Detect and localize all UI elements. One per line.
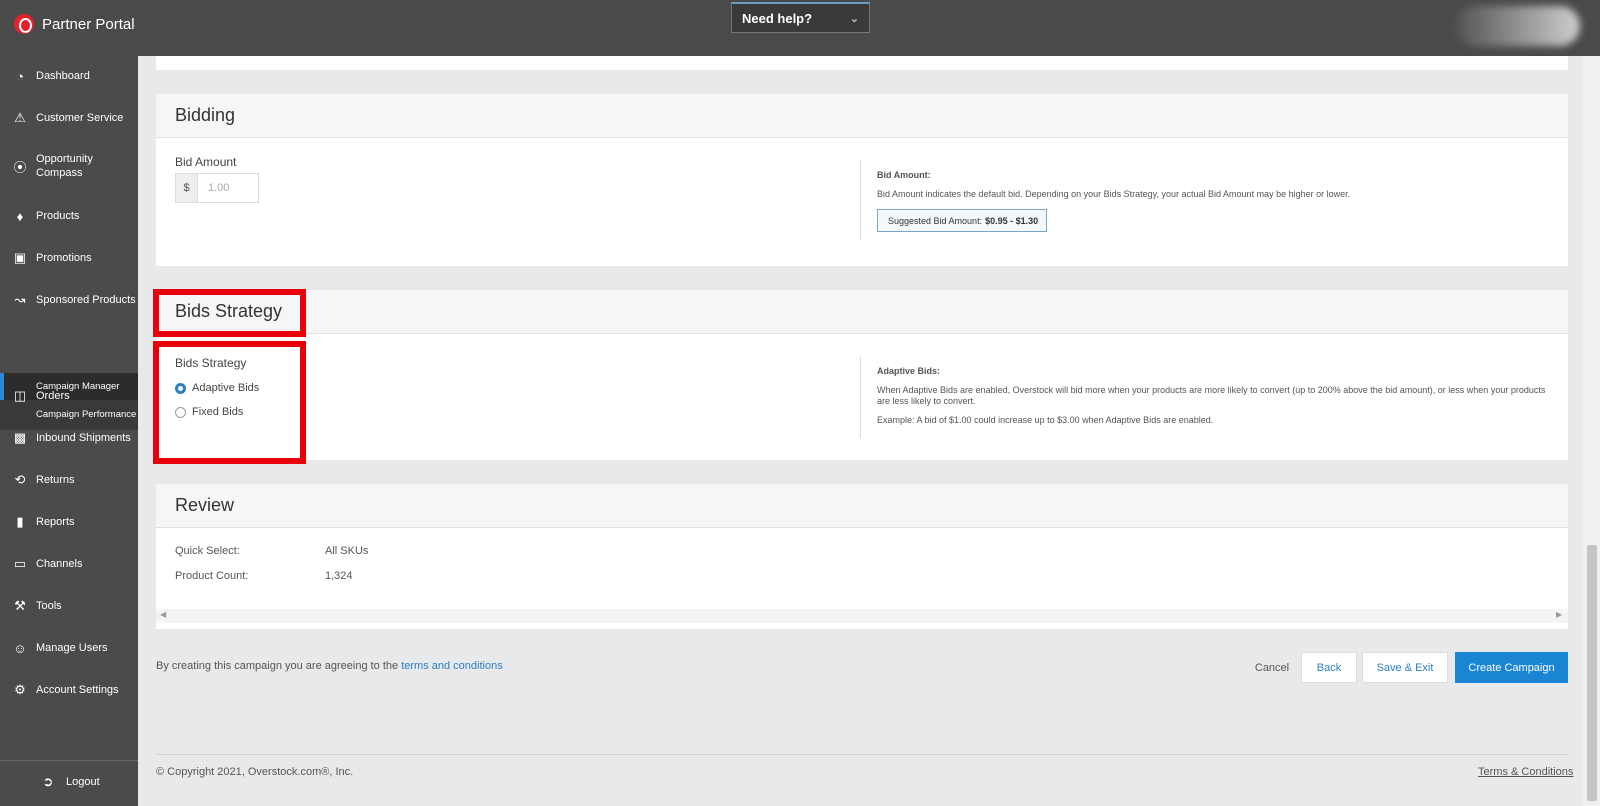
review-key: Product Count:	[175, 570, 249, 582]
sidebar-item-label: Sponsored Products	[36, 294, 136, 306]
partner-portal-logo-icon	[14, 14, 34, 34]
logout-icon: ➲	[42, 774, 54, 789]
bid-amount-field[interactable]: $ 1.00	[175, 173, 259, 203]
sidebar-item-inbound-shipments[interactable]: ▩ Inbound Shipments	[0, 430, 138, 446]
review-value: All SKUs	[325, 545, 369, 557]
sidebar-item-reports[interactable]: ▮ Reports	[0, 514, 138, 530]
info-divider	[860, 356, 861, 438]
bidding-card: Bidding Bid Amount $ 1.00 Bid Amount: Bi…	[156, 94, 1568, 266]
logout-label: Logout	[66, 776, 100, 788]
bid-amount-info-title: Bid Amount:	[877, 170, 931, 180]
bid-amount-label: Bid Amount	[175, 155, 237, 169]
info-divider	[860, 160, 861, 240]
gear-icon: ⚙	[14, 682, 26, 697]
chevron-down-icon: ⌄	[849, 12, 859, 25]
sidebar-item-label: Products	[36, 210, 80, 222]
logout-button[interactable]: ➲ Logout	[38, 774, 100, 790]
scroll-left-icon[interactable]: ◀	[160, 610, 166, 619]
sidebar-item-returns[interactable]: ⟲ Returns	[0, 472, 138, 488]
brand[interactable]: Partner Portal	[14, 14, 135, 34]
save-and-exit-button[interactable]: Save & Exit	[1362, 652, 1448, 683]
sidebar-item-tools[interactable]: ⚒ Tools	[0, 598, 138, 614]
warning-icon: ⚠	[14, 110, 26, 125]
top-bar: Partner Portal Need help? ⌄	[0, 0, 1600, 56]
return-icon: ⟲	[14, 472, 26, 487]
sidebar-item-opportunity-compass[interactable]: ⦿ Opportunity Compass	[0, 152, 138, 180]
highlight-box-title	[153, 289, 306, 337]
inbox-icon: ◫	[13, 388, 27, 403]
sidebar-item-customer-service[interactable]: ⚠ Customer Service	[0, 110, 138, 126]
wrench-icon: ⚒	[14, 598, 26, 613]
currency-prefix: $	[176, 174, 198, 202]
review-card: Review Quick Select: All SKUs Product Co…	[156, 484, 1568, 629]
bid-amount-info-text: Bid Amount indicates the default bid. De…	[877, 189, 1351, 199]
agreement-text: By creating this campaign you are agreei…	[156, 660, 399, 672]
bid-amount-input[interactable]: 1.00	[198, 174, 258, 202]
dashboard-icon: ◔	[16, 68, 24, 84]
suggested-bid-amount-badge: Suggested Bid Amount: $0.95 - $1.30	[877, 209, 1047, 232]
users-icon: ☺	[13, 640, 27, 656]
app-title: Partner Portal	[42, 15, 135, 33]
footer-terms-link[interactable]: Terms & Conditions	[1478, 766, 1573, 778]
scrollbar-thumb[interactable]	[1587, 545, 1597, 801]
sidebar-item-sponsored-products[interactable]: ↝ Sponsored Products	[0, 292, 138, 308]
sidebar-item-label: Dashboard	[36, 70, 90, 82]
back-button[interactable]: Back	[1301, 652, 1357, 683]
adaptive-bids-info-text: When Adaptive Bids are enabled, Overstoc…	[877, 385, 1546, 406]
sidebar-item-dashboard[interactable]: ◔ Dashboard	[0, 68, 138, 84]
sidebar-item-label: Account Settings	[36, 684, 119, 696]
sidebar-item-products[interactable]: ♦ Products	[0, 208, 138, 224]
sidebar-item-label: Manage Users	[36, 642, 108, 654]
line-chart-icon: ↝	[14, 292, 26, 307]
horizontal-scrollbar[interactable]: ◀ ▶	[156, 609, 1568, 623]
scroll-right-icon[interactable]: ▶	[1556, 610, 1562, 619]
terms-agreement: By creating this campaign you are agreei…	[156, 660, 503, 672]
copyright-text: © Copyright 2021, Overstock.com®, Inc.	[156, 766, 354, 778]
highlight-box-options	[153, 341, 306, 464]
compass-icon: ⦿	[13, 159, 27, 175]
sidebar-item-label: Customer Service	[36, 112, 124, 124]
review-value: 1,324	[325, 570, 353, 582]
review-row-product-count: Product Count: 1,324	[175, 570, 353, 582]
tag-icon: ♦	[16, 208, 24, 224]
sidebar-item-label: Channels	[36, 558, 83, 570]
money-icon: ▣	[13, 250, 27, 265]
suggested-bid-range: $0.95 - $1.30	[985, 215, 1039, 226]
sidebar-subitem-campaign-performance[interactable]: Campaign Performance	[0, 401, 138, 428]
sidebar-item-label: Returns	[36, 474, 75, 486]
bidding-title: Bidding	[156, 94, 1568, 138]
sidebar-item-label: Promotions	[36, 252, 92, 264]
adaptive-bids-example: Example: A bid of $1.00 could increase u…	[877, 415, 1214, 425]
cancel-button[interactable]: Cancel	[1250, 652, 1294, 683]
review-key: Quick Select:	[175, 545, 240, 557]
review-row-quick-select: Quick Select: All SKUs	[175, 545, 368, 557]
bids-strategy-title: Bids Strategy	[156, 290, 1568, 334]
truck-icon: ▩	[13, 430, 27, 445]
sidebar-item-label: Opportunity Compass	[36, 153, 93, 179]
sidebar-item-label: Reports	[36, 516, 75, 528]
sidebar-item-orders[interactable]: ◫ Orders	[0, 388, 138, 404]
sidebar-item-manage-users[interactable]: ☺ Manage Users	[0, 640, 138, 656]
sidebar-item-account-settings[interactable]: ⚙ Account Settings	[0, 682, 138, 698]
sidebar: ◔ Dashboard ⚠ Customer Service ⦿ Opportu…	[0, 56, 138, 806]
review-title: Review	[156, 484, 1568, 528]
sidebar-item-channels[interactable]: ▭ Channels	[0, 556, 138, 572]
bids-strategy-card: Bids Strategy Bids Strategy Adaptive Bid…	[156, 290, 1568, 460]
sidebar-item-promotions[interactable]: ▣ Promotions	[0, 250, 138, 266]
bar-chart-icon: ▮	[16, 514, 24, 529]
sidebar-item-label: Tools	[36, 600, 62, 612]
monitor-icon: ▭	[13, 556, 27, 571]
footer-divider	[156, 754, 1568, 755]
need-help-dropdown[interactable]: Need help? ⌄	[731, 2, 870, 33]
user-menu[interactable]	[1455, 6, 1580, 46]
sidebar-item-label: Orders	[36, 390, 70, 402]
create-campaign-button[interactable]: Create Campaign	[1455, 652, 1568, 683]
sidebar-divider	[0, 760, 138, 761]
sidebar-item-label: Inbound Shipments	[36, 432, 131, 444]
adaptive-bids-info-title: Adaptive Bids:	[877, 366, 941, 376]
terms-and-conditions-link[interactable]: terms and conditions	[401, 660, 503, 672]
suggested-bid-prefix: Suggested Bid Amount:	[888, 215, 983, 226]
need-help-label: Need help?	[742, 10, 813, 26]
previous-card-bottom	[156, 56, 1568, 70]
